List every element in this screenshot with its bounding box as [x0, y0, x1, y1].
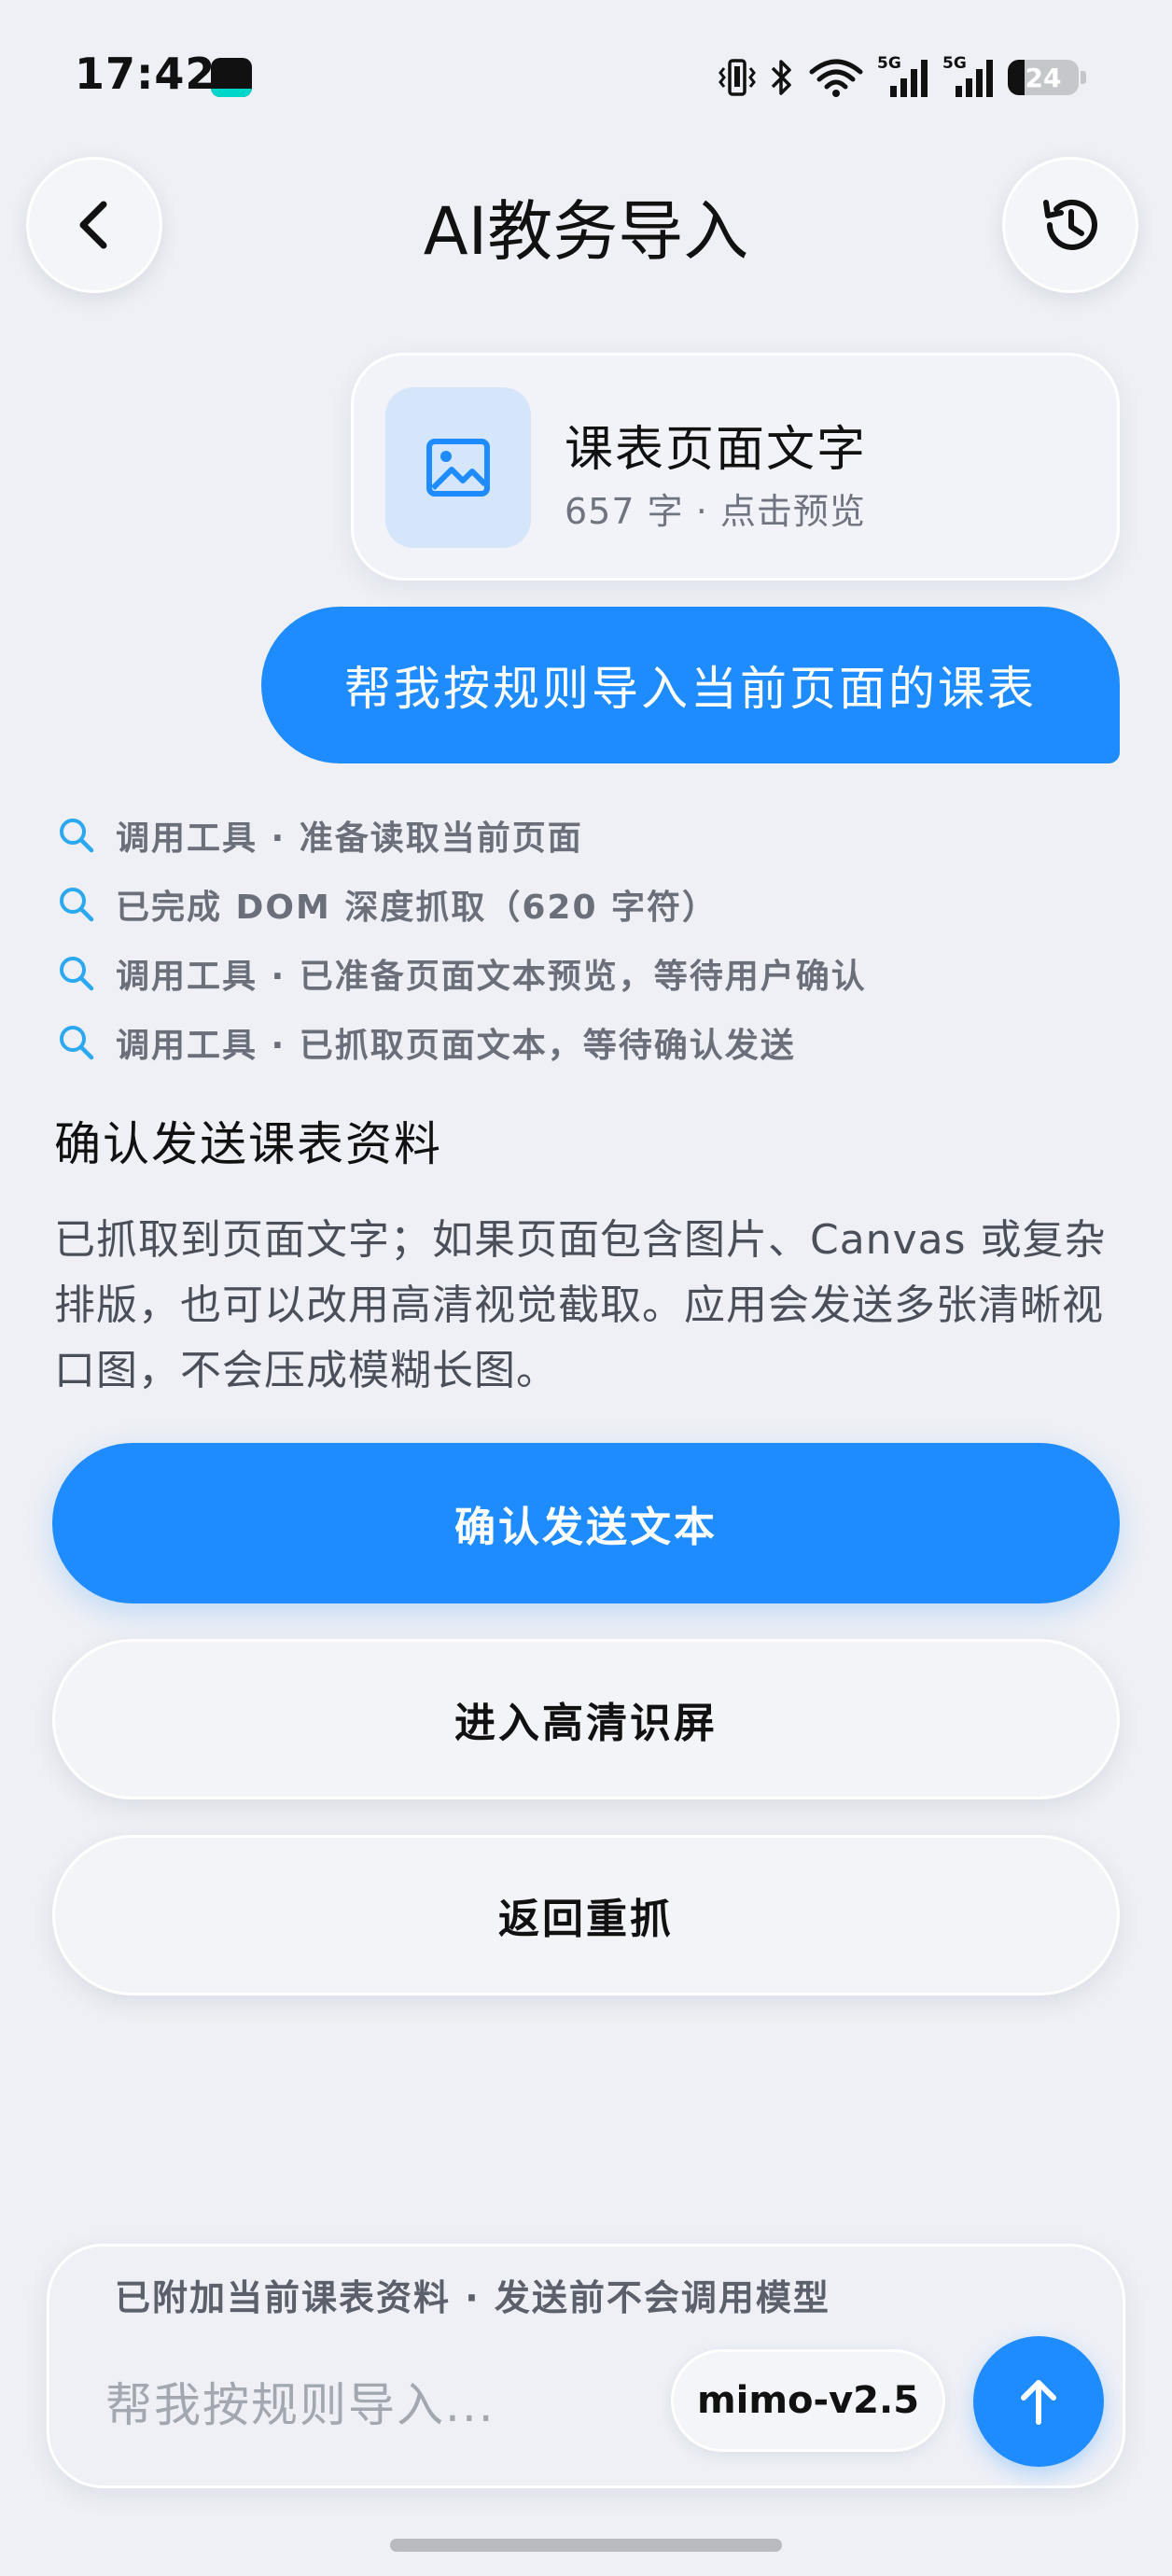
search-icon — [60, 1026, 94, 1060]
tool-log-item: 调用工具 · 已准备页面文本预览，等待用户确认 — [56, 939, 1101, 1008]
model-selector[interactable]: mimo-v2.5 — [671, 2349, 945, 2452]
attachment-card[interactable]: 课表页面文字 657 字 · 点击预览 — [351, 353, 1120, 581]
tool-log-text: 调用工具 · 已准备页面文本预览，等待用户确认 — [116, 958, 867, 996]
history-icon — [1043, 199, 1097, 250]
attachment-meta: 657 字 · 点击预览 — [565, 491, 866, 532]
battery-tip — [1081, 71, 1086, 84]
message-input[interactable] — [105, 2359, 628, 2452]
return-recapture-button[interactable]: 返回重抓 — [52, 1835, 1120, 1995]
confirm-section-title: 确认发送课表资料 — [54, 1117, 442, 1171]
vibrate-icon — [719, 59, 756, 96]
status-bar: 17:42 5G 5G 24 — [0, 0, 1172, 157]
tool-log-text: 已完成 DOM 深度抓取（620 字符） — [116, 889, 719, 927]
tool-log-text: 调用工具 · 准备读取当前页面 — [116, 819, 583, 858]
arrow-up-icon — [1021, 2380, 1056, 2425]
home-indicator[interactable] — [390, 2539, 782, 2552]
battery-level: 24 — [1025, 62, 1062, 93]
signal-icon: 5G — [877, 54, 929, 101]
page-title: AI教务导入 — [423, 193, 749, 270]
image-icon — [426, 439, 490, 497]
message-composer: 已附加当前课表资料 · 发送前不会调用模型 mimo-v2.5 — [47, 2244, 1125, 2488]
bluetooth-icon — [771, 60, 791, 95]
battery-icon: 24 — [1008, 60, 1079, 95]
wifi-icon — [809, 59, 863, 97]
attachment-thumbnail — [385, 387, 531, 548]
attachment-title: 课表页面文字 — [565, 422, 868, 478]
search-icon — [60, 957, 94, 991]
confirm-send-text-button[interactable]: 确认发送文本 — [52, 1443, 1120, 1603]
tool-log: 调用工具 · 准备读取当前页面 已完成 DOM 深度抓取（620 字符） 调用工… — [56, 801, 1101, 1077]
signal-icon-secondary: 5G — [942, 54, 995, 101]
search-icon — [60, 888, 94, 922]
tool-log-item: 调用工具 · 已抓取页面文本，等待确认发送 — [56, 1008, 1101, 1077]
confirm-description: 已抓取到页面文字；如果页面包含图片、Canvas 或复杂排版，也可以改用高清视觉… — [54, 1216, 1107, 1394]
tool-log-item: 已完成 DOM 深度抓取（620 字符） — [56, 870, 1101, 939]
hd-screen-capture-button[interactable]: 进入高清识屏 — [52, 1639, 1120, 1799]
app-icon — [211, 58, 252, 97]
status-time: 17:42 — [75, 49, 216, 99]
history-button[interactable] — [1002, 157, 1138, 293]
send-button[interactable] — [973, 2336, 1104, 2467]
user-message-bubble: 帮我按规则导入当前页面的课表 — [261, 607, 1120, 763]
status-icons: 5G 5G 24 — [719, 54, 1086, 101]
composer-attachment-note: 已附加当前课表资料 · 发送前不会调用模型 — [115, 2277, 830, 2318]
search-icon — [60, 819, 94, 853]
tool-log-item: 调用工具 · 准备读取当前页面 — [56, 801, 1101, 870]
tool-log-text: 调用工具 · 已抓取页面文本，等待确认发送 — [116, 1027, 796, 1065]
